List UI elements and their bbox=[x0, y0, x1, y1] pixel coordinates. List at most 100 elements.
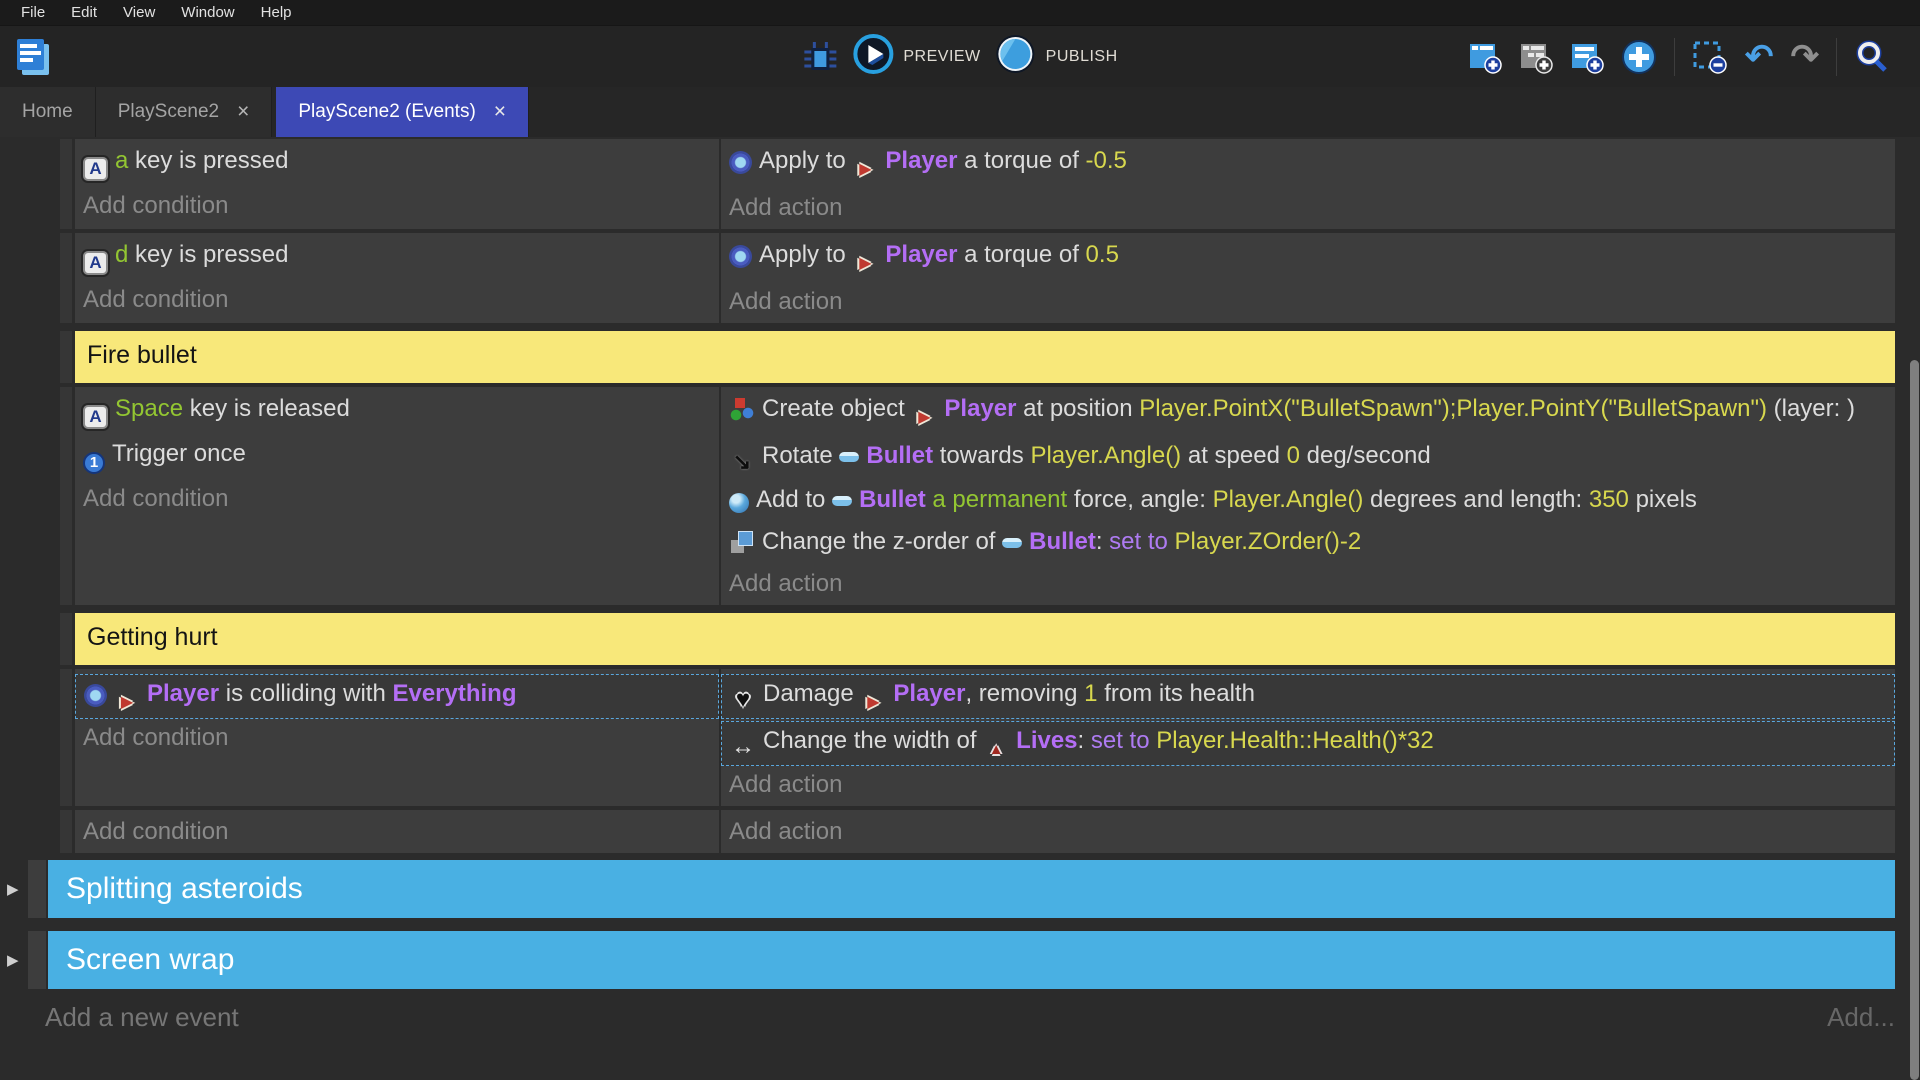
collapse-arrow-icon[interactable]: ▶ bbox=[7, 880, 19, 898]
physics-icon bbox=[84, 684, 107, 707]
tab-label: PlayScene2 bbox=[118, 101, 219, 123]
debug-icon[interactable] bbox=[802, 40, 838, 74]
menu-window[interactable]: Window bbox=[168, 0, 247, 25]
menu-bar: File Edit View Window Help bbox=[0, 0, 1920, 25]
condition-line[interactable]: ASpace key is released bbox=[75, 392, 719, 429]
number-value: -0.5 bbox=[1086, 147, 1127, 174]
keyword: set to bbox=[1091, 727, 1150, 754]
action-line[interactable]: Create object ▶Player at position Player… bbox=[721, 392, 1895, 431]
add-condition-link[interactable]: Add condition bbox=[75, 189, 719, 223]
action-line[interactable]: Apply to ▶Player a torque of -0.5 bbox=[721, 144, 1895, 183]
add-action-link[interactable]: Add action bbox=[721, 768, 1895, 802]
text-segment: (layer: ) bbox=[1767, 395, 1855, 422]
text-segment: key is released bbox=[183, 395, 350, 422]
physics-icon bbox=[729, 151, 752, 174]
add-new-event-link[interactable]: Add a new event bbox=[45, 1002, 239, 1033]
add-action-link[interactable]: Add action bbox=[721, 567, 1895, 601]
group-handle[interactable] bbox=[28, 931, 46, 989]
add-link[interactable]: Add... bbox=[1827, 1002, 1895, 1033]
add-condition-link[interactable]: Add condition bbox=[75, 815, 719, 849]
group-bar[interactable]: Screen wrap bbox=[48, 931, 1895, 989]
menu-view[interactable]: View bbox=[110, 0, 168, 25]
project-manager-icon[interactable] bbox=[10, 34, 56, 80]
publish-globe-icon bbox=[995, 33, 1037, 80]
event-handle[interactable] bbox=[60, 810, 72, 853]
group-bar[interactable]: Splitting asteroids bbox=[48, 860, 1895, 918]
add-action-link[interactable]: Add action bbox=[721, 815, 1895, 849]
menu-help[interactable]: Help bbox=[248, 0, 305, 25]
object-name: Player bbox=[885, 241, 957, 268]
conditions-cell: Add condition bbox=[75, 810, 719, 853]
scrollbar-thumb[interactable] bbox=[1910, 360, 1919, 1080]
add-sub-event-icon[interactable] bbox=[1519, 40, 1553, 74]
object-name: Bullet bbox=[1029, 528, 1096, 555]
tab-playscene2-events[interactable]: PlayScene2 (Events) × bbox=[276, 87, 529, 137]
add-condition-link[interactable]: Add condition bbox=[75, 721, 719, 755]
preview-button[interactable]: PREVIEW bbox=[852, 33, 980, 80]
text-segment: from its health bbox=[1098, 680, 1255, 707]
action-line[interactable]: ↔Change the width of ▲Lives: set to Play… bbox=[721, 721, 1895, 766]
text-segment: key is pressed bbox=[128, 241, 288, 268]
text-segment: force, angle: bbox=[1067, 486, 1212, 513]
conditions-cell: ASpace key is released 1Trigger once Add c… bbox=[75, 387, 719, 605]
comment[interactable]: Fire bullet bbox=[75, 331, 1895, 383]
group-row: ▶Splitting asteroids bbox=[28, 860, 1895, 918]
player-object-icon: ▶ bbox=[852, 251, 878, 277]
text-segment: pixels bbox=[1629, 486, 1697, 513]
number-value: 1 bbox=[1084, 680, 1097, 707]
add-condition-link[interactable]: Add condition bbox=[75, 482, 719, 516]
choose-and-add-event-icon[interactable] bbox=[1621, 39, 1657, 75]
undo-icon[interactable]: ↶ bbox=[1745, 40, 1774, 74]
condition-line[interactable]: Ad key is pressed bbox=[75, 238, 719, 275]
expression: Player.Angle() bbox=[1213, 486, 1364, 513]
add-action-link[interactable]: Add action bbox=[721, 191, 1895, 225]
collapse-arrow-icon[interactable]: ▶ bbox=[7, 951, 19, 969]
text-segment: Rotate bbox=[762, 442, 839, 469]
comment[interactable]: Getting hurt bbox=[75, 613, 1895, 665]
event-handle[interactable] bbox=[60, 233, 72, 323]
search-icon[interactable] bbox=[1854, 39, 1890, 75]
action-line[interactable]: Change the z-order of Bullet: set to Pla… bbox=[721, 525, 1895, 559]
add-event-icon[interactable] bbox=[1468, 40, 1502, 74]
bullet-object-icon bbox=[1002, 538, 1022, 548]
action-line[interactable]: Add to Bullet a permanent force, angle: … bbox=[721, 483, 1895, 517]
action-line[interactable]: ♥Damage ▶Player, removing 1 from its hea… bbox=[721, 674, 1895, 719]
create-object-icon bbox=[729, 396, 755, 422]
condition-line[interactable]: ▶Player is colliding with Everything bbox=[75, 674, 719, 719]
keyword: set to bbox=[1109, 528, 1168, 555]
menu-edit[interactable]: Edit bbox=[58, 0, 110, 25]
damage-heart-icon: ♥ bbox=[730, 687, 756, 713]
event-handle[interactable] bbox=[60, 331, 72, 383]
event-handle[interactable] bbox=[60, 387, 72, 605]
add-condition-link[interactable]: Add condition bbox=[75, 283, 719, 317]
object-name: Player bbox=[893, 680, 965, 707]
action-line[interactable]: ↘Rotate Bullet towards Player.Angle() at… bbox=[721, 439, 1895, 475]
text-segment: Trigger once bbox=[112, 440, 246, 467]
event-handle[interactable] bbox=[60, 669, 72, 806]
close-tab-icon[interactable]: × bbox=[494, 102, 506, 122]
object-name: Lives bbox=[1016, 727, 1077, 754]
expression: Player.PointX("BulletSpawn");Player.Poin… bbox=[1139, 395, 1767, 422]
tab-home[interactable]: Home bbox=[0, 87, 96, 137]
lives-object-icon: ▲ bbox=[983, 737, 1009, 763]
add-comment-icon[interactable] bbox=[1570, 40, 1604, 74]
redo-icon[interactable]: ↷ bbox=[1791, 40, 1820, 74]
publish-button[interactable]: PUBLISH bbox=[995, 33, 1118, 80]
event-handle[interactable] bbox=[60, 613, 72, 665]
menu-file[interactable]: File bbox=[8, 0, 58, 25]
expression: Player.Angle() bbox=[1030, 442, 1181, 469]
close-tab-icon[interactable]: × bbox=[237, 102, 249, 122]
add-action-link[interactable]: Add action bbox=[721, 285, 1895, 319]
tab-playscene2[interactable]: PlayScene2 × bbox=[96, 87, 273, 137]
condition-line[interactable]: 1Trigger once bbox=[75, 437, 719, 474]
action-line[interactable]: Apply to ▶Player a torque of 0.5 bbox=[721, 238, 1895, 277]
preview-play-icon bbox=[852, 33, 894, 80]
rotate-icon: ↘ bbox=[729, 449, 755, 475]
text-segment: Create object bbox=[762, 395, 911, 422]
group-handle[interactable] bbox=[28, 860, 46, 918]
toolbar-separator bbox=[1836, 38, 1837, 76]
event-handle[interactable] bbox=[60, 139, 72, 229]
remove-selection-icon[interactable] bbox=[1692, 39, 1728, 75]
toolbar: PREVIEW PUBLISH bbox=[0, 25, 1920, 87]
condition-line[interactable]: Aa key is pressed bbox=[75, 144, 719, 181]
